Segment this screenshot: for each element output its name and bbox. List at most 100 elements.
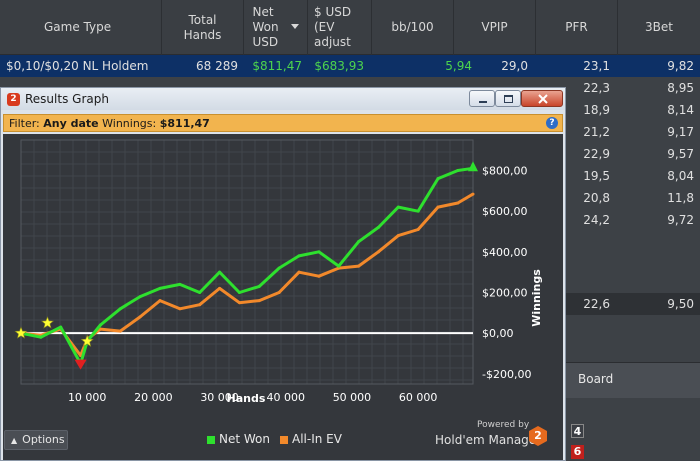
- data-point: [39, 335, 43, 339]
- results-chart: $800,00 $600,00 $400,00 $200,00 $0,00 -$200,0…: [3, 134, 563, 460]
- minimize-button[interactable]: [469, 90, 495, 107]
- data-point: [357, 240, 361, 244]
- legend-label: All-In EV: [292, 432, 342, 446]
- card-chip: 4: [571, 424, 584, 438]
- y-tick-label: $200,00: [482, 287, 528, 300]
- legend-item: Net Won: [207, 432, 270, 446]
- data-point: [376, 225, 380, 229]
- col-label: $ USD (EV adjust: [314, 5, 352, 49]
- cell-3bet: 8,95: [667, 81, 694, 95]
- total-3bet: 9,50: [667, 297, 694, 311]
- data-point: [138, 295, 142, 299]
- data-point: [416, 209, 420, 213]
- x-tick-label: 10 000: [68, 391, 107, 404]
- filter-bar: Filter: Any date Winnings: $811,47 ?: [3, 114, 563, 132]
- chart-markers: [14, 161, 478, 370]
- data-point: [118, 329, 122, 333]
- data-point: [456, 201, 460, 205]
- col-net-won[interactable]: Net Won USD: [244, 0, 308, 55]
- col-label: 3Bet: [645, 20, 673, 34]
- chart-series: [19, 166, 475, 366]
- data-point: [237, 291, 241, 294]
- data-point: [198, 291, 202, 294]
- data-point: [118, 307, 122, 311]
- y-tick-labels: $800,00 $600,00 $400,00 $200,00 $0,00 -$200,0…: [482, 165, 531, 381]
- data-point: [218, 286, 222, 290]
- chevron-up-icon: ▲: [11, 436, 18, 445]
- y-tick-label: $600,00: [482, 205, 528, 218]
- cell-3bet: 11,8: [667, 191, 694, 205]
- data-point: [376, 250, 380, 254]
- data-point: [198, 303, 202, 307]
- col-label: Game Type: [44, 20, 112, 34]
- col-total-hands[interactable]: Total Hands: [162, 0, 244, 55]
- col-label: VPIP: [481, 20, 508, 34]
- data-point: [337, 264, 341, 268]
- window-titlebar[interactable]: 2 Results Graph: [1, 88, 565, 110]
- table-row[interactable]: $0,10/$0,20 NL Holdem 68 289 $811,47 $68…: [0, 55, 700, 77]
- filter-value[interactable]: Any date: [43, 117, 98, 130]
- data-point: [178, 307, 182, 311]
- board-header[interactable]: Board: [578, 372, 613, 386]
- minimize-icon: [479, 101, 487, 103]
- cell-hands: 68 289: [196, 59, 238, 73]
- data-point: [357, 264, 361, 268]
- legend-swatch-orange: [280, 435, 288, 444]
- col-label: Net Won USD: [252, 5, 279, 49]
- series-line: [20, 166, 474, 366]
- x-tick-label: 20 000: [134, 391, 173, 404]
- sort-down-icon: [291, 24, 299, 29]
- winnings-value: $811,47: [159, 117, 210, 130]
- col-vpip[interactable]: VPIP: [454, 0, 536, 55]
- filter-label: Filter:: [9, 117, 40, 130]
- col-3bet[interactable]: 3Bet: [618, 0, 700, 55]
- options-label: Options: [22, 433, 65, 446]
- x-tick-label: 40 000: [267, 391, 306, 404]
- results-graph-window: 2 Results Graph Filter: Any date Winning…: [0, 87, 566, 461]
- cell-3bet: 9,57: [667, 147, 694, 161]
- maximize-icon: [504, 95, 513, 103]
- close-button[interactable]: [521, 90, 563, 107]
- data-point: [257, 284, 261, 288]
- col-label: PFR: [565, 20, 588, 34]
- data-point: [297, 270, 301, 274]
- col-pfr[interactable]: PFR: [536, 0, 618, 55]
- options-button[interactable]: ▲ Options: [4, 430, 68, 450]
- data-point: [178, 282, 182, 286]
- window-title: Results Graph: [25, 92, 109, 106]
- close-icon: [538, 94, 548, 104]
- data-point: [317, 274, 321, 278]
- cell-net: $811,47: [252, 59, 302, 73]
- maximize-button[interactable]: [495, 90, 521, 107]
- plot-frame: [20, 139, 474, 385]
- filter-summary: Filter: Any date Winnings: $811,47: [9, 117, 210, 130]
- data-point: [277, 291, 281, 294]
- data-point: [158, 286, 162, 290]
- col-ev-adjusted[interactable]: $ USD (EV adjust: [308, 0, 372, 55]
- card-chip: 6: [571, 445, 584, 459]
- cell-3bet: 9,72: [667, 213, 694, 227]
- x-tick-label: 50 000: [333, 391, 372, 404]
- cell-3bet: 9,82: [667, 59, 694, 73]
- cell-3bet: 9,17: [667, 125, 694, 139]
- col-bb100[interactable]: bb/100: [372, 0, 454, 55]
- help-icon[interactable]: ?: [546, 117, 558, 129]
- legend-swatch-green: [207, 435, 215, 444]
- brand-name: Hold'em Manager: [435, 433, 542, 447]
- data-point: [436, 177, 440, 181]
- legend-item: All-In EV: [280, 432, 342, 446]
- cell-3bet: 8,14: [667, 103, 694, 117]
- data-point: [396, 234, 400, 238]
- data-point: [257, 299, 261, 303]
- data-point: [98, 323, 102, 327]
- data-point: [471, 192, 475, 196]
- cell-game: $0,10/$0,20 NL Holdem: [6, 59, 149, 73]
- y-tick-label: $400,00: [482, 246, 528, 259]
- chart-svg: $800,00 $600,00 $400,00 $200,00 $0,00 -$200,0…: [14, 139, 543, 405]
- cell-3bet: 8,04: [667, 169, 694, 183]
- data-point: [456, 169, 460, 172]
- y-tick-label: -$200,00: [482, 368, 531, 381]
- chart-legend: Net Won All-In EV: [207, 432, 342, 446]
- triangle-up-marker: [468, 161, 478, 172]
- col-game-type[interactable]: Game Type: [0, 0, 162, 55]
